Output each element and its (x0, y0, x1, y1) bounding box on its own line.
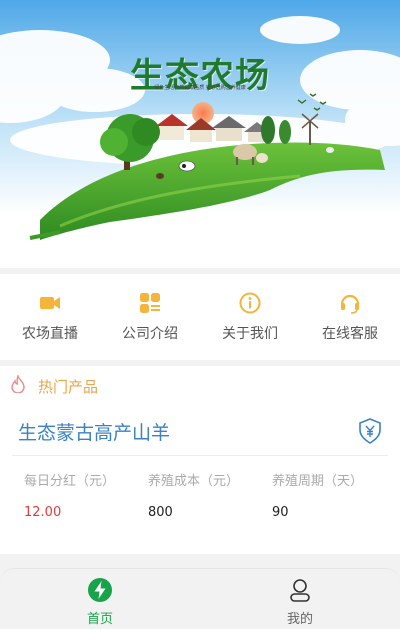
stat-value: 12.00 (24, 505, 62, 520)
stat-value: 800 (148, 505, 173, 520)
stat-value: 90 (272, 505, 289, 520)
hot-products-section: 热门产品 生态蒙古高产山羊 每日分红（元） 12.00 养殖成本（元） 800 … (0, 366, 400, 554)
quick-nav-label: 在线客服 (322, 326, 378, 342)
user-icon (287, 577, 313, 603)
lightning-icon (87, 577, 113, 603)
banner-subtitle: 绿色生活自然健康品质 安心选购营养健康 (154, 85, 246, 91)
bottom-tabbar: 首页 我的 (0, 568, 400, 629)
grid-list-icon (138, 291, 162, 315)
flame-icon (10, 373, 26, 397)
video-camera-icon (38, 291, 62, 315)
product-name[interactable]: 生态蒙古高产山羊 (18, 418, 170, 445)
stat-label: 养殖成本（元） (148, 474, 240, 489)
stat-label: 每日分红（元） (24, 474, 116, 489)
banner-illustration (0, 0, 400, 268)
hot-products-title: 热门产品 (38, 377, 99, 396)
tab-label: 我的 (286, 612, 313, 627)
quick-nav-support[interactable]: 在线客服 (300, 274, 400, 360)
tab-home[interactable]: 首页 (0, 569, 200, 629)
quick-nav-company[interactable]: 公司介绍 (100, 274, 200, 360)
stat-breeding-cost: 养殖成本（元） 800 (148, 470, 278, 520)
info-icon (238, 291, 262, 315)
quick-nav-live[interactable]: 农场直播 (0, 274, 100, 360)
headset-icon (338, 291, 362, 315)
farm-banner[interactable]: 生态农场 绿色生活自然健康品质 安心选购营养健康 (0, 0, 400, 268)
app-page: 生态农场 绿色生活自然健康品质 安心选购营养健康 农场直播 公司介绍 关于我们 … (0, 0, 400, 629)
yen-shield-icon (358, 418, 382, 444)
stat-label: 养殖周期（天） (272, 474, 364, 489)
quick-nav: 农场直播 公司介绍 关于我们 在线客服 (0, 274, 400, 360)
quick-nav-label: 公司介绍 (122, 326, 178, 342)
quick-nav-label: 农场直播 (22, 326, 78, 342)
quick-nav-about[interactable]: 关于我们 (200, 274, 300, 360)
hot-products-header: 热门产品 (10, 373, 99, 398)
divider (12, 455, 388, 456)
quick-nav-label: 关于我们 (222, 326, 278, 342)
stat-breeding-cycle: 养殖周期（天） 90 (272, 470, 400, 520)
tab-mine[interactable]: 我的 (200, 569, 400, 629)
stat-daily-dividend: 每日分红（元） 12.00 (24, 470, 154, 520)
tab-label: 首页 (86, 612, 113, 627)
